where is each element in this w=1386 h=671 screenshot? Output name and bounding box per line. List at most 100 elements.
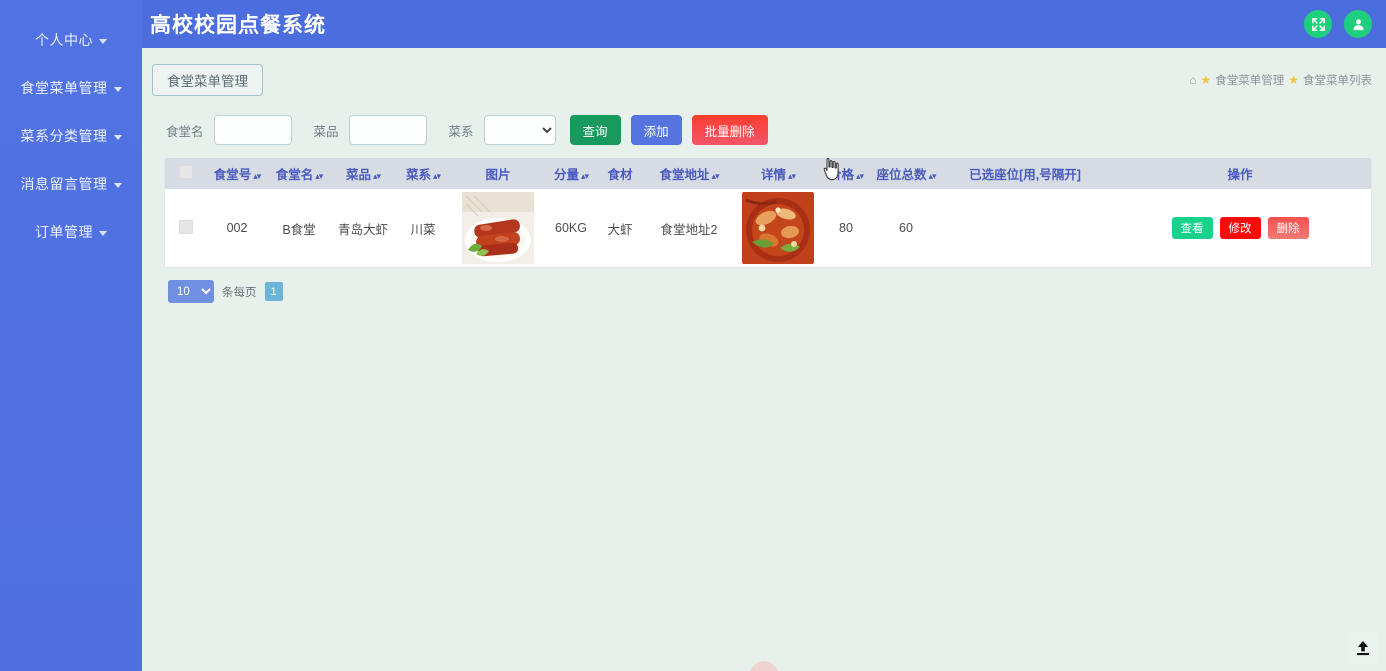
cuisine-select[interactable] [484, 115, 556, 145]
select-all-checkbox[interactable] [179, 165, 193, 179]
column-canteen-no[interactable]: 食堂号▴▾ [207, 158, 267, 189]
column-canteen-name[interactable]: 食堂名▴▾ [267, 158, 331, 189]
column-label: 座位总数 [876, 168, 926, 182]
chevron-down-icon [114, 135, 122, 140]
column-address[interactable]: 食堂地址▴▾ [643, 158, 735, 189]
pagination-bar: 10 条每页 1 [152, 268, 1378, 303]
column-label: 图片 [485, 168, 510, 182]
cell-canteen-no: 002 [207, 189, 267, 267]
column-price[interactable]: 价格▴▾ [821, 158, 871, 189]
sidebar-item-message-board-management[interactable]: 消息留言管理 [0, 160, 142, 208]
sort-updown-icon: ▴▾ [788, 172, 795, 181]
column-label: 食堂地址 [659, 168, 709, 182]
edit-button[interactable]: 修改 [1220, 217, 1261, 239]
chevron-down-icon [99, 231, 107, 236]
cell-seats-taken [941, 189, 1109, 267]
column-label: 操作 [1227, 168, 1252, 182]
page-size-select[interactable]: 10 [168, 280, 214, 303]
expand-arrows-icon[interactable] [1304, 10, 1332, 38]
cell-row-checkbox [165, 189, 207, 267]
breadcrumb-item-1[interactable]: 食堂菜单管理 [1215, 72, 1284, 88]
column-portion[interactable]: 分量▴▾ [545, 158, 597, 189]
main-column: 高校校园点餐系统 [142, 0, 1386, 671]
canteen-name-input[interactable] [214, 115, 292, 145]
sidebar-item-label: 食堂菜单管理 [21, 78, 108, 98]
chevron-down-icon [114, 87, 122, 92]
column-label: 食堂号 [214, 168, 252, 182]
sort-updown-icon: ▴▾ [711, 172, 718, 181]
sort-updown-icon: ▴▾ [253, 172, 260, 181]
cell-portion: 60KG [545, 189, 597, 267]
breadcrumb: ⌂ ★ 食堂菜单管理 ★ 食堂菜单列表 [1189, 72, 1372, 88]
column-seats-taken: 已选座位[用,号隔开] [941, 158, 1109, 189]
sort-updown-icon: ▴▾ [433, 172, 440, 181]
detail-thumbnail-image[interactable] [742, 192, 814, 264]
chevron-down-icon [99, 39, 107, 44]
star-icon: ★ [1200, 74, 1211, 86]
per-page-label: 条每页 [222, 284, 257, 300]
home-icon[interactable]: ⌂ [1189, 74, 1196, 86]
sidebar-item-label: 个人中心 [35, 30, 93, 50]
sidebar-item-order-management[interactable]: 订单管理 [0, 208, 142, 256]
column-select-all[interactable] [165, 158, 207, 189]
content-pane: 食堂菜单管理 ⌂ ★ 食堂菜单管理 ★ 食堂菜单列表 食堂名 菜品 菜系 [142, 48, 1386, 671]
column-label: 食堂名 [276, 168, 314, 182]
cuisine-label: 菜系 [449, 121, 474, 140]
app-root: 个人中心 食堂菜单管理 菜系分类管理 消息留言管理 订单管理 高校校园点餐系统 [0, 0, 1386, 671]
breadcrumb-item-2[interactable]: 食堂菜单列表 [1303, 72, 1372, 88]
data-table: 食堂号▴▾ 食堂名▴▾ 菜品▴▾ 菜系▴▾ 图片 分量▴▾ 食材 食堂地址▴▾ … [165, 158, 1371, 267]
table-head: 食堂号▴▾ 食堂名▴▾ 菜品▴▾ 菜系▴▾ 图片 分量▴▾ 食材 食堂地址▴▾ … [165, 158, 1371, 189]
sidebar-item-label: 订单管理 [35, 222, 93, 242]
dish-label: 菜品 [314, 121, 339, 140]
sort-updown-icon: ▴▾ [373, 172, 380, 181]
sidebar-item-personal-center[interactable]: 个人中心 [0, 16, 142, 64]
user-avatar-icon[interactable] [1344, 10, 1372, 38]
column-image: 图片 [451, 158, 545, 189]
delete-button[interactable]: 删除 [1268, 217, 1309, 239]
column-label: 食材 [607, 168, 632, 182]
query-button[interactable]: 查询 [570, 115, 621, 145]
column-label: 已选座位[用,号隔开] [969, 168, 1081, 182]
table-header-row: 食堂号▴▾ 食堂名▴▾ 菜品▴▾ 菜系▴▾ 图片 分量▴▾ 食材 食堂地址▴▾ … [165, 158, 1371, 189]
column-actions: 操作 [1109, 158, 1371, 189]
cell-canteen-name: B食堂 [267, 189, 331, 267]
column-detail[interactable]: 详情▴▾ [735, 158, 821, 189]
sidebar-nav: 个人中心 食堂菜单管理 菜系分类管理 消息留言管理 订单管理 [0, 0, 142, 671]
data-table-container: 食堂号▴▾ 食堂名▴▾ 菜品▴▾ 菜系▴▾ 图片 分量▴▾ 食材 食堂地址▴▾ … [164, 158, 1372, 268]
column-cuisine[interactable]: 菜系▴▾ [395, 158, 451, 189]
sort-updown-icon: ▴▾ [581, 172, 588, 181]
sort-updown-icon: ▴▾ [856, 172, 863, 181]
sidebar-item-cuisine-category-management[interactable]: 菜系分类管理 [0, 112, 142, 160]
header-actions [1304, 10, 1372, 38]
cell-image [451, 189, 545, 267]
dish-input[interactable] [349, 115, 427, 145]
table-row: 002 B食堂 青岛大虾 川菜 [165, 189, 1371, 267]
cell-address: 食堂地址2 [643, 189, 735, 267]
cell-actions: 查看 修改 删除 [1109, 189, 1371, 267]
search-filter-bar: 食堂名 菜品 菜系 查询 添加 批量删除 [152, 102, 1378, 158]
cell-price: 80 [821, 189, 871, 267]
column-label: 菜系 [406, 168, 431, 182]
back-to-top-button[interactable] [1348, 633, 1378, 663]
sort-updown-icon: ▴▾ [928, 172, 935, 181]
column-label: 菜品 [346, 168, 371, 182]
dish-thumbnail-image[interactable] [462, 192, 534, 264]
row-action-group: 查看 修改 删除 [1172, 217, 1309, 239]
sidebar-item-canteen-menu-management[interactable]: 食堂菜单管理 [0, 64, 142, 112]
batch-delete-button[interactable]: 批量删除 [692, 115, 768, 145]
view-button[interactable]: 查看 [1172, 217, 1213, 239]
page-number-1[interactable]: 1 [265, 282, 283, 301]
add-button[interactable]: 添加 [631, 115, 682, 145]
star-icon: ★ [1288, 74, 1299, 86]
column-ingredient: 食材 [597, 158, 643, 189]
row-checkbox[interactable] [179, 220, 193, 234]
upload-arrow-icon [1354, 639, 1372, 657]
page-bottom-partial-element [747, 661, 781, 671]
app-header: 高校校园点餐系统 [142, 0, 1386, 48]
sort-updown-icon: ▴▾ [315, 172, 322, 181]
tab-and-breadcrumb-row: 食堂菜单管理 ⌂ ★ 食堂菜单管理 ★ 食堂菜单列表 [152, 58, 1378, 102]
column-dish[interactable]: 菜品▴▾ [331, 158, 395, 189]
column-seats-total[interactable]: 座位总数▴▾ [871, 158, 941, 189]
tab-canteen-menu-management[interactable]: 食堂菜单管理 [152, 64, 263, 96]
column-label: 分量 [554, 168, 579, 182]
